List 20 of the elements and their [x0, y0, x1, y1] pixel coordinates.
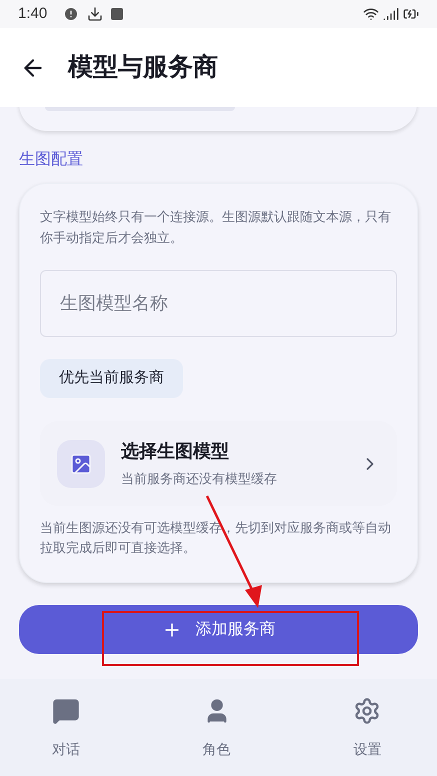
status-time: 1:40 [18, 4, 48, 24]
nav-tab[interactable]: 角色 [146, 697, 292, 776]
picker-subtitle: 当前服务商还没有模型缓存 [121, 470, 278, 488]
wifi-icon [363, 6, 379, 22]
section-title: 生图配置 [19, 150, 84, 170]
description-text: 文字模型始终只有一个连接源。生图源默认跟随文本源，只有你手动指定后才会独立。 [40, 208, 392, 247]
model-name-field[interactable]: 生图模型名称 [40, 270, 397, 337]
picker-title: 选择生图模型 [121, 440, 230, 464]
app-icon [111, 8, 124, 20]
add-provider-button[interactable]: 添加服务商 [19, 605, 418, 654]
settings-icon [353, 697, 382, 725]
download-icon [87, 6, 104, 22]
image-tile-icon [57, 440, 105, 488]
nav-tab[interactable]: 对话 [0, 697, 146, 776]
alert-icon [63, 6, 80, 22]
chat-icon [52, 697, 80, 725]
nav-tab[interactable]: 设置 [291, 697, 437, 776]
page-title: 模型与服务商 [68, 52, 218, 83]
signal-icon [383, 6, 399, 22]
prefer-provider-chip[interactable]: 优先当前服务商 [40, 359, 183, 398]
